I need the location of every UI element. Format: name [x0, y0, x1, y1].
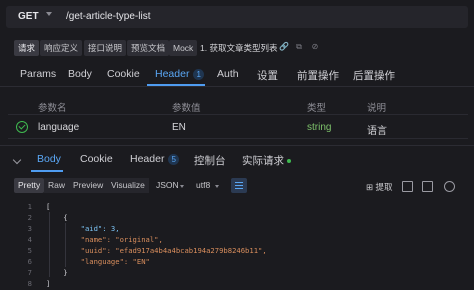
tab-mock[interactable]: Mock [169, 40, 198, 56]
divider [0, 86, 474, 87]
tab-preview-doc[interactable]: 预览文档 [127, 40, 170, 56]
tab-response-cookie[interactable]: Cookie [80, 153, 113, 165]
code-line: [ [46, 202, 51, 211]
code-line: ] [46, 279, 51, 288]
tab-response-header[interactable]: Header 5 [130, 153, 179, 165]
code-line: } [46, 268, 68, 277]
format-raw-button[interactable]: Raw [44, 178, 70, 193]
active-tab-indicator [31, 170, 63, 172]
encoding-select[interactable]: utf8 [196, 180, 210, 190]
tab-response-header-label: Header [130, 153, 165, 165]
format-pretty-button[interactable]: Pretty [14, 178, 45, 193]
tab-actual-request[interactable]: 实际请求 [242, 153, 291, 168]
tab-body[interactable]: Body [68, 68, 92, 80]
disable-icon[interactable]: ⊘ [311, 43, 319, 51]
column-header-type: 类型 [307, 103, 327, 114]
status-dot-icon [287, 159, 291, 164]
extract-icon: ⊞ [366, 182, 374, 192]
format-visualize-button[interactable]: Visualize [107, 178, 149, 193]
line-number: 8 [27, 279, 32, 288]
line-number: 3 [27, 224, 32, 233]
search-icon[interactable] [444, 181, 455, 192]
api-title: 1. 获取文章类型列表 [200, 43, 278, 53]
tab-pre-processors[interactable]: 前置操作 [297, 68, 339, 83]
tab-header[interactable]: Header 1 [155, 68, 204, 80]
collapse-chevron-icon[interactable] [12, 155, 22, 165]
divider [8, 138, 468, 139]
tab-params[interactable]: Params [20, 68, 56, 80]
tab-api-description[interactable]: 接口说明 [84, 40, 127, 56]
format-preview-button[interactable]: Preview [69, 178, 108, 193]
divider [8, 114, 468, 115]
column-header-description: 说明 [367, 103, 387, 114]
chevron-down-icon[interactable] [46, 12, 52, 16]
code-line: "name": "original", [46, 235, 163, 244]
tab-console[interactable]: 控制台 [194, 153, 226, 168]
response-code-viewer[interactable]: 1 2 3 4 5 6 7 8 [ { "aid": 3, "name": "o… [0, 200, 474, 290]
row-enabled-checkbox[interactable] [16, 121, 28, 133]
divider [0, 145, 474, 146]
column-header-value: 参数值 [172, 103, 201, 114]
line-number: 2 [27, 213, 32, 222]
copy-icon[interactable] [422, 181, 433, 192]
param-description-cell[interactable]: 语言 [367, 122, 387, 137]
column-header-name: 参数名 [38, 103, 67, 114]
tab-header-label: Header [155, 68, 190, 80]
line-number: 1 [27, 202, 32, 211]
extract-label: 提取 [375, 182, 393, 192]
param-value-cell[interactable]: EN [172, 122, 186, 133]
link-icon[interactable]: 🔗 [279, 43, 289, 51]
line-number: 4 [27, 235, 32, 244]
param-type-cell[interactable]: string [307, 122, 331, 133]
line-number: 5 [27, 246, 32, 255]
code-line: { [46, 213, 68, 222]
param-name-cell[interactable]: language [38, 122, 79, 133]
header-count-badge: 1 [193, 69, 204, 80]
tab-response-definition[interactable]: 响应定义 [40, 40, 83, 56]
tab-post-processors[interactable]: 后置操作 [353, 68, 395, 83]
expand-icon[interactable] [402, 181, 413, 192]
chevron-down-icon[interactable] [180, 185, 184, 188]
code-line: "language": "EN" [46, 257, 150, 266]
http-method-select[interactable]: GET [18, 11, 39, 22]
code-line: "uuid": "efad917a4b4a4bcab194a279b8246b1… [46, 246, 267, 255]
extract-button[interactable]: ⊞ 提取 [366, 181, 393, 193]
word-wrap-icon[interactable] [231, 178, 247, 193]
tab-response-body[interactable]: Body [37, 153, 61, 165]
url-path-input[interactable]: /get-article-type-list [66, 11, 150, 22]
tab-auth[interactable]: Auth [217, 68, 239, 80]
tab-cookie[interactable]: Cookie [107, 68, 140, 80]
line-number: 6 [27, 257, 32, 266]
language-select[interactable]: JSON [156, 180, 179, 190]
response-header-count-badge: 5 [168, 154, 179, 165]
tab-request[interactable]: 请求 [14, 40, 40, 56]
tab-actual-request-label: 实际请求 [242, 155, 284, 167]
copy-icon[interactable]: ⧉ [295, 43, 303, 51]
chevron-down-icon[interactable] [215, 185, 219, 188]
tab-settings[interactable]: 设置 [257, 68, 278, 83]
line-number: 7 [27, 268, 32, 277]
code-line: "aid": 3, [46, 224, 120, 233]
